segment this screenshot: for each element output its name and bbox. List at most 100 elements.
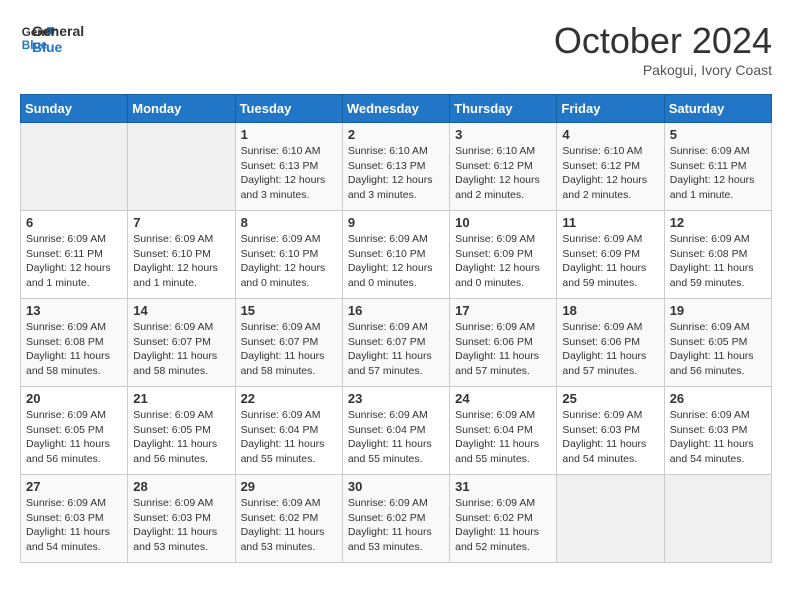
day-number: 9: [348, 215, 444, 230]
day-number: 11: [562, 215, 658, 230]
day-info: Sunrise: 6:09 AM Sunset: 6:03 PM Dayligh…: [562, 408, 658, 467]
day-info: Sunrise: 6:09 AM Sunset: 6:10 PM Dayligh…: [241, 232, 337, 291]
day-info: Sunrise: 6:10 AM Sunset: 6:13 PM Dayligh…: [241, 144, 337, 203]
calendar-cell: 7 Sunrise: 6:09 AM Sunset: 6:10 PM Daylig…: [128, 211, 235, 299]
day-number: 28: [133, 479, 229, 494]
calendar-cell: 10Sunrise: 6:09 AM Sunset: 6:09 PM Dayli…: [450, 211, 557, 299]
calendar-cell: 3 Sunrise: 6:10 AM Sunset: 6:12 PM Daylig…: [450, 123, 557, 211]
day-number: 24: [455, 391, 551, 406]
week-row-1: 1 Sunrise: 6:10 AM Sunset: 6:13 PM Daylig…: [21, 123, 772, 211]
day-info: Sunrise: 6:09 AM Sunset: 6:07 PM Dayligh…: [133, 320, 229, 379]
calendar-cell: 8 Sunrise: 6:09 AM Sunset: 6:10 PM Daylig…: [235, 211, 342, 299]
calendar-cell: 23 Sunrise: 6:09 AM Sunset: 6:04 PM Dayli…: [342, 387, 449, 475]
day-info: Sunrise: 6:09 AM Sunset: 6:06 PM Dayligh…: [562, 320, 658, 379]
calendar-cell: 6 Sunrise: 6:09 AM Sunset: 6:11 PM Daylig…: [21, 211, 128, 299]
day-number: 30: [348, 479, 444, 494]
calendar-cell: 22 Sunrise: 6:09 AM Sunset: 6:04 PM Dayli…: [235, 387, 342, 475]
day-number: 8: [241, 215, 337, 230]
day-info: Sunrise: 6:09 AM Sunset: 6:08 PM Dayligh…: [26, 320, 122, 379]
calendar-cell: 11 Sunrise: 6:09 AM Sunset: 6:09 PM Dayli…: [557, 211, 664, 299]
page-header: General Blue General Blue October 2024 P…: [20, 20, 772, 78]
day-number: 12: [670, 215, 766, 230]
week-row-2: 6 Sunrise: 6:09 AM Sunset: 6:11 PM Daylig…: [21, 211, 772, 299]
day-number: 4: [562, 127, 658, 142]
calendar-cell: 16 Sunrise: 6:09 AM Sunset: 6:07 PM Dayli…: [342, 299, 449, 387]
calendar-cell: 25 Sunrise: 6:09 AM Sunset: 6:03 PM Dayli…: [557, 387, 664, 475]
day-number: 14: [133, 303, 229, 318]
calendar-cell: 17 Sunrise: 6:09 AM Sunset: 6:06 PM Dayli…: [450, 299, 557, 387]
calendar-cell: 2Sunrise: 6:10 AM Sunset: 6:13 PM Daylig…: [342, 123, 449, 211]
day-info: Sunrise: 6:09 AM Sunset: 6:04 PM Dayligh…: [241, 408, 337, 467]
day-info: Sunrise: 6:09 AM Sunset: 6:02 PM Dayligh…: [348, 496, 444, 555]
calendar-cell: 12 Sunrise: 6:09 AM Sunset: 6:08 PM Dayli…: [664, 211, 771, 299]
day-info: Sunrise: 6:09 AM Sunset: 6:10 PM Dayligh…: [133, 232, 229, 291]
calendar-cell: [557, 475, 664, 563]
day-number: 5: [670, 127, 766, 142]
day-header-wednesday: Wednesday: [342, 95, 449, 123]
day-header-sunday: Sunday: [21, 95, 128, 123]
day-info: Sunrise: 6:09 AM Sunset: 6:07 PM Dayligh…: [348, 320, 444, 379]
calendar-cell: 19Sunrise: 6:09 AM Sunset: 6:05 PM Dayli…: [664, 299, 771, 387]
day-info: Sunrise: 6:10 AM Sunset: 6:12 PM Dayligh…: [455, 144, 551, 203]
month-title: October 2024: [554, 20, 772, 62]
day-number: 15: [241, 303, 337, 318]
day-number: 1: [241, 127, 337, 142]
calendar-cell: [21, 123, 128, 211]
day-number: 31: [455, 479, 551, 494]
calendar-cell: 14 Sunrise: 6:09 AM Sunset: 6:07 PM Dayli…: [128, 299, 235, 387]
day-number: 6: [26, 215, 122, 230]
calendar-cell: 21 Sunrise: 6:09 AM Sunset: 6:05 PM Dayli…: [128, 387, 235, 475]
day-info: Sunrise: 6:09 AM Sunset: 6:06 PM Dayligh…: [455, 320, 551, 379]
week-row-4: 20 Sunrise: 6:09 AM Sunset: 6:05 PM Dayli…: [21, 387, 772, 475]
day-info: Sunrise: 6:09 AM Sunset: 6:04 PM Dayligh…: [455, 408, 551, 467]
day-number: 3: [455, 127, 551, 142]
day-number: 22: [241, 391, 337, 406]
calendar-cell: 18 Sunrise: 6:09 AM Sunset: 6:06 PM Dayli…: [557, 299, 664, 387]
day-info: Sunrise: 6:09 AM Sunset: 6:02 PM Dayligh…: [241, 496, 337, 555]
day-info: Sunrise: 6:09 AM Sunset: 6:09 PM Dayligh…: [455, 232, 551, 291]
day-info: Sunrise: 6:09 AM Sunset: 6:11 PM Dayligh…: [26, 232, 122, 291]
day-info: Sunrise: 6:09 AM Sunset: 6:05 PM Dayligh…: [133, 408, 229, 467]
day-number: 20: [26, 391, 122, 406]
day-info: Sunrise: 6:09 AM Sunset: 6:05 PM Dayligh…: [26, 408, 122, 467]
day-header-thursday: Thursday: [450, 95, 557, 123]
day-number: 18: [562, 303, 658, 318]
day-number: 23: [348, 391, 444, 406]
day-info: Sunrise: 6:09 AM Sunset: 6:03 PM Dayligh…: [670, 408, 766, 467]
week-row-3: 13Sunrise: 6:09 AM Sunset: 6:08 PM Dayli…: [21, 299, 772, 387]
calendar-body: 1 Sunrise: 6:10 AM Sunset: 6:13 PM Daylig…: [21, 123, 772, 563]
day-info: Sunrise: 6:10 AM Sunset: 6:12 PM Dayligh…: [562, 144, 658, 203]
day-number: 29: [241, 479, 337, 494]
day-number: 16: [348, 303, 444, 318]
day-number: 25: [562, 391, 658, 406]
title-block: October 2024 Pakogui, Ivory Coast: [554, 20, 772, 78]
calendar-cell: 31 Sunrise: 6:09 AM Sunset: 6:02 PM Dayli…: [450, 475, 557, 563]
calendar-cell: [664, 475, 771, 563]
calendar-cell: 30 Sunrise: 6:09 AM Sunset: 6:02 PM Dayli…: [342, 475, 449, 563]
calendar-cell: 13Sunrise: 6:09 AM Sunset: 6:08 PM Dayli…: [21, 299, 128, 387]
day-number: 27: [26, 479, 122, 494]
calendar-cell: 5 Sunrise: 6:09 AM Sunset: 6:11 PM Daylig…: [664, 123, 771, 211]
day-info: Sunrise: 6:09 AM Sunset: 6:08 PM Dayligh…: [670, 232, 766, 291]
day-info: Sunrise: 6:09 AM Sunset: 6:03 PM Dayligh…: [26, 496, 122, 555]
day-header-tuesday: Tuesday: [235, 95, 342, 123]
day-info: Sunrise: 6:09 AM Sunset: 6:10 PM Dayligh…: [348, 232, 444, 291]
calendar-cell: 26 Sunrise: 6:09 AM Sunset: 6:03 PM Dayli…: [664, 387, 771, 475]
calendar-header-row: SundayMondayTuesdayWednesdayThursdayFrid…: [21, 95, 772, 123]
day-number: 21: [133, 391, 229, 406]
calendar-cell: 20 Sunrise: 6:09 AM Sunset: 6:05 PM Dayli…: [21, 387, 128, 475]
day-number: 2: [348, 127, 444, 142]
day-info: Sunrise: 6:09 AM Sunset: 6:04 PM Dayligh…: [348, 408, 444, 467]
day-number: 26: [670, 391, 766, 406]
day-number: 19: [670, 303, 766, 318]
calendar-cell: 28Sunrise: 6:09 AM Sunset: 6:03 PM Dayli…: [128, 475, 235, 563]
location-subtitle: Pakogui, Ivory Coast: [554, 62, 772, 78]
day-number: 7: [133, 215, 229, 230]
day-number: 17: [455, 303, 551, 318]
day-info: Sunrise: 6:09 AM Sunset: 6:11 PM Dayligh…: [670, 144, 766, 203]
calendar-cell: 1 Sunrise: 6:10 AM Sunset: 6:13 PM Daylig…: [235, 123, 342, 211]
logo-blue: Blue: [32, 39, 84, 55]
day-info: Sunrise: 6:09 AM Sunset: 6:09 PM Dayligh…: [562, 232, 658, 291]
day-info: Sunrise: 6:09 AM Sunset: 6:02 PM Dayligh…: [455, 496, 551, 555]
logo-general: General: [32, 23, 84, 39]
